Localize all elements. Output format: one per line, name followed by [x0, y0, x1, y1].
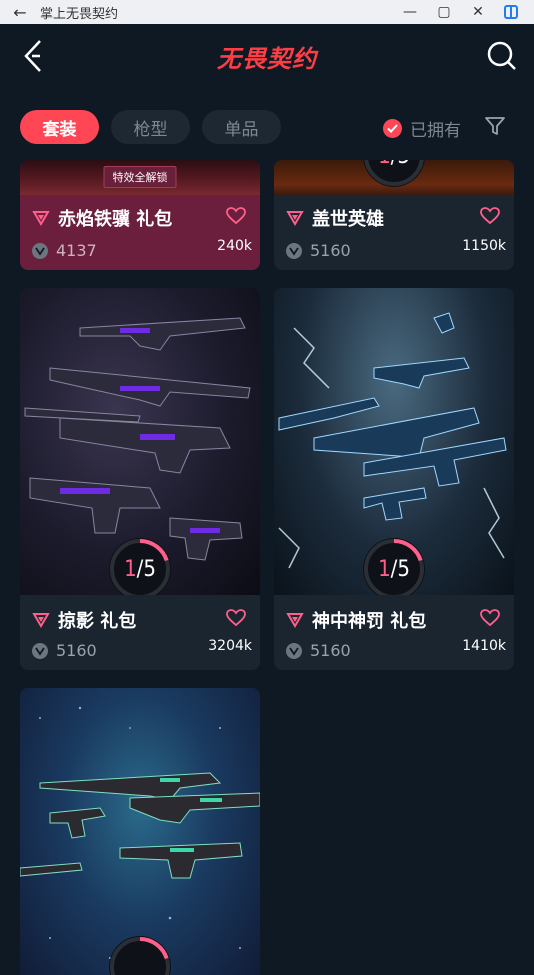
collection-progress: 1/5 — [363, 160, 425, 187]
bundle-price: 5160 — [56, 641, 97, 660]
bundle-price: 5160 — [310, 641, 351, 660]
bundle-price: 4137 — [56, 241, 97, 260]
app-header: 无畏契约 — [0, 24, 534, 90]
progress-current: 1 — [378, 556, 391, 582]
app-logo: 无畏契约 — [217, 44, 317, 73]
bundle-thumbnail: 1/5 — [274, 288, 514, 595]
bundle-info: 盖世英雄 5160 1150k — [274, 195, 514, 270]
effects-unlocked-badge: 特效全解锁 — [103, 166, 177, 188]
bundle-card[interactable]: 特效全解锁 赤焰铁骥 礼包 4137 240k — [20, 160, 260, 270]
window-title: 掌上无畏契约 — [40, 6, 119, 22]
bundle-info: 神中神罚 礼包 5160 1410k — [274, 595, 514, 670]
minimize-icon[interactable]: — — [402, 4, 418, 20]
bundle-info: 赤焰铁骥 礼包 4137 240k — [20, 195, 260, 270]
category-tabs: 套装 枪型 单品 — [20, 110, 281, 144]
side-panel-icon[interactable] — [504, 5, 518, 19]
progress-current: 1 — [378, 160, 391, 169]
window-back-arrow-icon[interactable]: ← — [0, 3, 40, 22]
rarity-triangle-icon — [286, 211, 304, 226]
heart-icon[interactable] — [480, 207, 500, 225]
progress-total: /5 — [390, 556, 410, 582]
filter-funnel-icon — [485, 117, 505, 135]
tab-single-item[interactable]: 单品 — [202, 110, 281, 144]
maximize-icon[interactable]: ▢ — [436, 4, 452, 20]
bundle-card[interactable] — [20, 688, 260, 975]
bundle-price: 5160 — [310, 241, 351, 260]
heart-icon[interactable] — [226, 609, 246, 627]
rarity-triangle-icon — [32, 211, 50, 226]
bundle-thumbnail: 特效全解锁 — [20, 160, 260, 195]
bundle-name: 盖世英雄 — [312, 209, 384, 230]
bundle-likes: 3204k — [208, 638, 252, 654]
bundle-thumbnail: 1/5 — [20, 288, 260, 595]
filter-button[interactable] — [484, 115, 506, 137]
owned-toggle[interactable]: 已拥有 — [383, 116, 461, 141]
bundle-card[interactable]: 1/5 盖世英雄 5160 1150k — [274, 160, 514, 270]
close-icon[interactable]: ✕ — [470, 4, 486, 20]
search-button[interactable] — [486, 40, 518, 72]
weapon-artwork — [20, 706, 260, 960]
bundle-likes: 240k — [217, 238, 252, 254]
bundle-likes: 1410k — [462, 638, 506, 654]
rarity-triangle-icon — [286, 613, 304, 628]
bundle-grid: 特效全解锁 赤焰铁骥 礼包 4137 240k 1/5 盖世 — [0, 160, 534, 975]
progress-total: /5 — [391, 160, 410, 169]
tab-weapon-type[interactable]: 枪型 — [111, 110, 190, 144]
window-title-bar: ← 掌上无畏契约 — ▢ ✕ — [0, 0, 534, 24]
bundle-likes: 1150k — [462, 238, 506, 254]
valorant-points-icon — [32, 642, 48, 659]
valorant-points-icon — [286, 242, 302, 259]
checkmark-icon — [383, 119, 402, 138]
rarity-triangle-icon — [32, 613, 50, 628]
tab-bundles[interactable]: 套装 — [20, 110, 99, 144]
bundle-name: 神中神罚 礼包 — [312, 611, 427, 632]
bundle-name: 赤焰铁骥 礼包 — [58, 209, 173, 230]
valorant-points-icon — [32, 242, 48, 259]
search-icon — [487, 41, 516, 70]
progress-total: /5 — [136, 556, 156, 582]
heart-icon[interactable] — [480, 609, 500, 627]
progress-current: 1 — [124, 556, 137, 582]
bundle-thumbnail — [20, 688, 260, 975]
owned-label: 已拥有 — [410, 121, 461, 141]
bundle-card[interactable]: 1/5 神中神罚 礼包 5160 1410k — [274, 288, 514, 670]
bundle-thumbnail: 1/5 — [274, 160, 514, 195]
bundle-card[interactable]: 1/5 掠影 礼包 5160 3204k — [20, 288, 260, 670]
valorant-points-icon — [286, 642, 302, 659]
bundle-info: 掠影 礼包 5160 3204k — [20, 595, 260, 670]
bundle-name: 掠影 礼包 — [58, 611, 137, 632]
collection-progress: 1/5 — [363, 538, 425, 595]
heart-icon[interactable] — [226, 207, 246, 225]
collection-progress: 1/5 — [109, 538, 171, 595]
collection-progress — [109, 936, 171, 975]
